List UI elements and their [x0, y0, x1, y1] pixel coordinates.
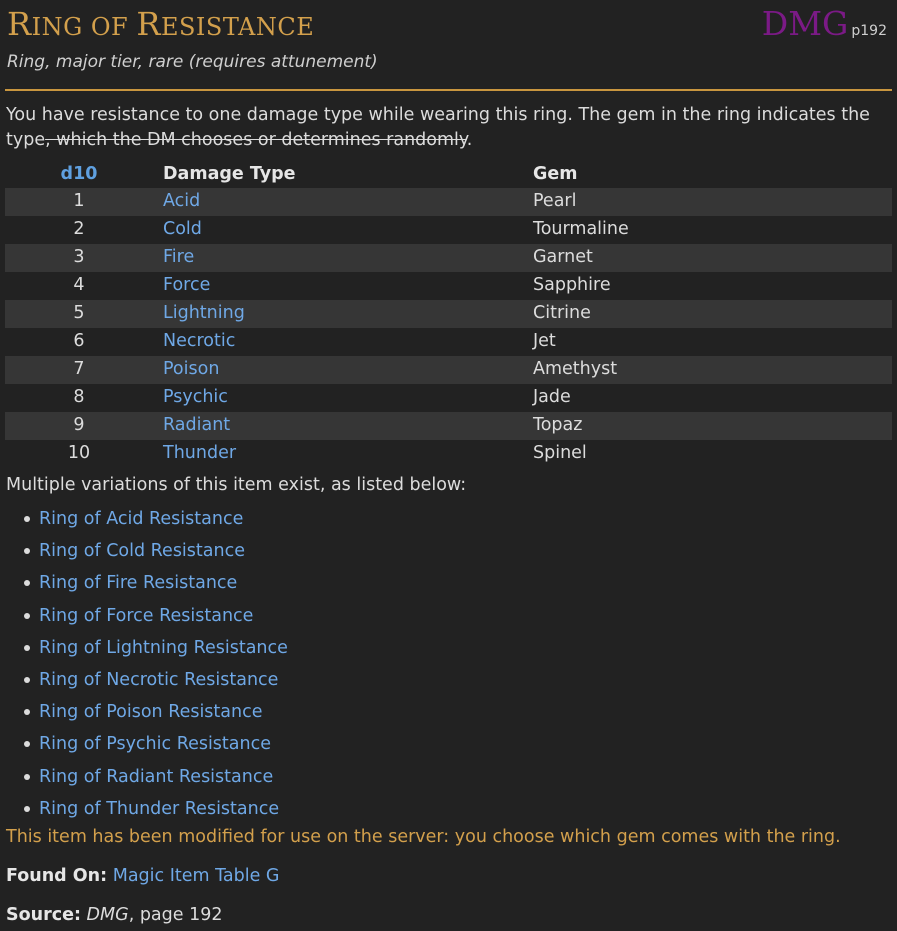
variation-link[interactable]: Ring of Necrotic Resistance: [39, 670, 278, 690]
variation-link[interactable]: Ring of Acid Resistance: [39, 509, 243, 529]
title-part-0: R: [7, 5, 32, 43]
server-modification-note: This item has been modified for use on t…: [6, 827, 841, 847]
variation-link[interactable]: Ring of Cold Resistance: [39, 541, 245, 561]
source-badge[interactable]: DMG p192: [762, 4, 887, 51]
table-row: 7 Poison Amethyst: [5, 356, 892, 384]
row-damage-type-link[interactable]: Thunder: [163, 440, 236, 467]
row-roll: 6: [73, 331, 85, 351]
damage-type-table: d10 Damage Type Gem 1 Acid Pearl 2 Cold …: [5, 161, 892, 468]
bullet-icon: [24, 548, 30, 555]
row-roll: 2: [73, 219, 85, 239]
title-divider: [5, 89, 892, 91]
bullet-icon: [24, 741, 30, 748]
variation-link[interactable]: Ring of Psychic Resistance: [39, 734, 271, 754]
list-item: Ring of Psychic Resistance: [0, 731, 288, 763]
row-damage-type-link[interactable]: Acid: [163, 188, 200, 215]
row-roll: 4: [73, 275, 85, 295]
bullet-icon: [24, 516, 30, 522]
row-gem: Garnet: [533, 247, 593, 267]
list-item: Ring of Acid Resistance: [0, 506, 288, 538]
item-description: You have resistance to one damage type w…: [6, 103, 886, 153]
variations-list: Ring of Acid Resistance Ring of Cold Res…: [0, 506, 288, 828]
table-row: 9 Radiant Topaz: [5, 412, 892, 440]
row-gem: Tourmaline: [533, 219, 629, 239]
bullet-icon: [24, 580, 30, 587]
bullet-icon: [24, 709, 30, 716]
row-damage-type-link[interactable]: Lightning: [163, 300, 245, 327]
source-book: DMG: [86, 905, 129, 925]
row-damage-type-link[interactable]: Force: [163, 272, 210, 299]
table-row: 2 Cold Tourmaline: [5, 216, 892, 244]
list-item: Ring of Cold Resistance: [0, 538, 288, 570]
bullet-icon: [24, 805, 30, 812]
row-gem: Pearl: [533, 191, 577, 211]
table-row: 8 Psychic Jade: [5, 384, 892, 412]
bullet-icon: [24, 676, 30, 683]
row-damage-type-link[interactable]: Psychic: [163, 384, 228, 411]
row-damage-type-link[interactable]: Fire: [163, 244, 194, 271]
row-gem: Spinel: [533, 443, 587, 463]
row-roll: 7: [73, 359, 85, 379]
variation-link[interactable]: Ring of Poison Resistance: [39, 702, 263, 722]
table-row: 3 Fire Garnet: [5, 244, 892, 272]
header-damage-type: Damage Type: [163, 164, 296, 184]
row-gem: Sapphire: [533, 275, 611, 295]
row-damage-type-link[interactable]: Poison: [163, 356, 219, 383]
list-item: Ring of Necrotic Resistance: [0, 667, 288, 699]
table-header-row: d10 Damage Type Gem: [5, 161, 892, 188]
found-on-label: Found On:: [6, 866, 108, 886]
bullet-icon: [24, 773, 30, 780]
variation-link[interactable]: Ring of Lightning Resistance: [39, 638, 288, 658]
item-subtitle: Ring, major tier, rare (requires attunem…: [7, 52, 378, 72]
bullet-icon: [24, 612, 30, 619]
found-on-line: Found On: Magic Item Table G: [6, 866, 279, 886]
table-row: 1 Acid Pearl: [5, 188, 892, 216]
list-item: Ring of Fire Resistance: [0, 570, 288, 602]
row-roll: 8: [73, 387, 85, 407]
source-line: Source: DMG, page 192: [6, 905, 223, 925]
row-gem: Jade: [533, 387, 571, 407]
table-row: 6 Necrotic Jet: [5, 328, 892, 356]
row-damage-type-link[interactable]: Necrotic: [163, 328, 235, 355]
header-gem: Gem: [533, 164, 578, 184]
description-end: .: [466, 130, 473, 150]
source-label: Source:: [6, 905, 81, 925]
header-d10[interactable]: d10: [49, 161, 109, 188]
table-row: 4 Force Sapphire: [5, 272, 892, 300]
row-roll: 5: [73, 303, 85, 323]
list-item: Ring of Lightning Resistance: [0, 635, 288, 667]
variations-intro: Multiple variations of this item exist, …: [6, 475, 467, 495]
row-gem: Topaz: [533, 415, 583, 435]
row-gem: Citrine: [533, 303, 591, 323]
row-roll: 10: [67, 443, 91, 463]
list-item: Ring of Force Resistance: [0, 603, 288, 635]
row-damage-type-link[interactable]: Radiant: [163, 412, 230, 439]
variation-link[interactable]: Ring of Fire Resistance: [39, 573, 237, 593]
source-page: p192: [851, 23, 887, 39]
row-roll: 1: [73, 191, 85, 211]
row-damage-type-link[interactable]: Cold: [163, 216, 202, 243]
variation-link[interactable]: Ring of Thunder Resistance: [39, 799, 279, 819]
bullet-icon: [24, 644, 30, 651]
description-struck: , which the DM chooses or determines ran…: [45, 130, 467, 150]
table-row: 5 Lightning Citrine: [5, 300, 892, 328]
variation-link[interactable]: Ring of Force Resistance: [39, 606, 253, 626]
title-part-3: ESISTANCE: [160, 13, 315, 41]
table-row: 10 Thunder Spinel: [5, 440, 892, 468]
list-item: Ring of Thunder Resistance: [0, 796, 288, 828]
found-on-link[interactable]: Magic Item Table G: [113, 866, 280, 886]
row-gem: Amethyst: [533, 359, 618, 379]
title-part-2: R: [136, 5, 161, 43]
variation-link[interactable]: Ring of Radiant Resistance: [39, 767, 273, 787]
row-roll: 9: [73, 415, 85, 435]
row-gem: Jet: [533, 331, 556, 351]
source-abbr[interactable]: DMG: [762, 4, 849, 43]
title-part-1: ING OF: [31, 13, 137, 41]
source-page-text: , page 192: [128, 905, 223, 925]
list-item: Ring of Radiant Resistance: [0, 764, 288, 796]
item-title: RING OF RESISTANCE: [7, 4, 314, 47]
row-roll: 3: [73, 247, 85, 267]
list-item: Ring of Poison Resistance: [0, 699, 288, 731]
